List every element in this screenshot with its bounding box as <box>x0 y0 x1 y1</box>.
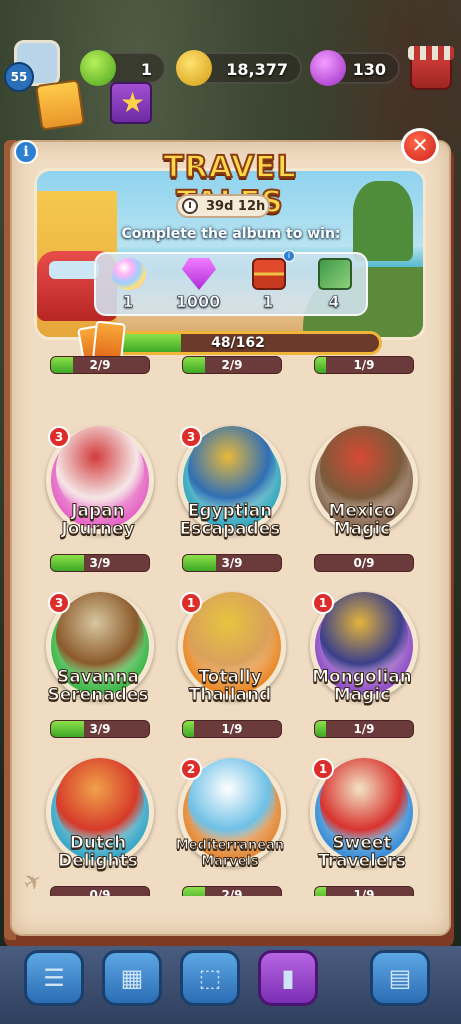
gem-icon <box>310 50 346 86</box>
album-subtitle: Complete the album to win: <box>121 226 341 242</box>
set-card[interactable]: 2 Mediterranean Marvels 2/9 <box>166 718 296 896</box>
close-button[interactable]: ✕ <box>401 128 439 164</box>
gem-counter[interactable]: 130 <box>310 50 400 86</box>
set-name: Savanna Serenades <box>47 667 149 705</box>
energy-value: 1 <box>140 60 152 79</box>
new-cards-badge: 1 <box>312 592 334 614</box>
set-card[interactable]: Mexico Magic 0/9 <box>298 386 426 572</box>
grid-button[interactable]: ▦ <box>102 950 162 1006</box>
set-name: Japan Journey <box>61 501 135 539</box>
chest-info-icon[interactable]: i <box>283 250 295 262</box>
menu-button[interactable]: ☰ <box>24 950 84 1006</box>
reward-pack: 4 <box>302 254 366 318</box>
cards-icon: ▮ <box>281 964 295 992</box>
set-progress-bar: 2/9 <box>50 356 150 374</box>
album-timer: 39d 12h <box>176 194 270 218</box>
set-progress-bar: 1/9 <box>314 356 414 374</box>
clock-icon <box>182 198 198 214</box>
new-cards-badge: 2 <box>180 758 202 780</box>
box-icon: ⬚ <box>198 964 222 992</box>
reward-rainbow-orb: 1 <box>96 254 160 318</box>
set-name: Mongolian Magic <box>312 667 413 705</box>
star-tab-icon[interactable]: ★ <box>110 82 152 124</box>
album-progress-text: 48/162 <box>211 335 265 351</box>
set-card[interactable]: 1 Sweet Travelers 1/9 <box>298 718 426 896</box>
reward-count: 1000 <box>175 292 221 312</box>
board-button[interactable]: ▤ <box>370 950 430 1006</box>
set-progress-text: 2/9 <box>221 358 243 372</box>
timer-text: 39d 12h <box>206 199 266 214</box>
new-cards-badge: 3 <box>180 426 202 448</box>
set-progress-text: 2/9 <box>221 888 243 896</box>
treasure-chest-icon <box>252 258 286 290</box>
set-card[interactable]: 1 Totally Thailand 1/9 <box>166 552 296 738</box>
sets-grid: 2/9 2/9 1/9 3 Japan Journey 3/9 3 Egyptian E… <box>34 356 426 896</box>
level-badge: 55 <box>4 62 34 92</box>
album-title: TRAVEL TALES <box>162 149 297 221</box>
set-card[interactable]: 3 Japan Journey 3/9 <box>34 386 164 572</box>
set-progress-text: 1/9 <box>353 358 375 372</box>
gem-value: 130 <box>352 60 386 79</box>
set-progress-bar: 2/9 <box>182 886 282 896</box>
energy-counter[interactable]: 1 <box>80 50 166 86</box>
new-cards-badge: 3 <box>48 592 70 614</box>
new-cards-badge: 3 <box>48 426 70 448</box>
set-card[interactable]: 3 Egyptian Escapades 3/9 <box>166 386 296 572</box>
grid-icon: ▦ <box>120 964 144 992</box>
supply-pack-icon <box>318 258 352 290</box>
set-name: Dutch Delights <box>58 833 139 871</box>
set-progress-text: 1/9 <box>353 888 375 896</box>
set-name: Totally Thailand <box>188 667 272 705</box>
set-progress-bar: 0/9 <box>50 886 150 896</box>
energy-icon <box>80 50 116 86</box>
rainbow-orb-icon <box>112 258 146 290</box>
coin-icon <box>176 50 212 86</box>
info-button[interactable]: i <box>14 140 38 164</box>
set-name: Mexico Magic <box>328 501 396 539</box>
envelope-tab-icon[interactable] <box>35 79 85 131</box>
gem-icon <box>182 258 216 290</box>
new-cards-badge: 1 <box>180 592 202 614</box>
set-progress-bar: 1/9 <box>314 886 414 896</box>
cards-button[interactable]: ▮ <box>258 950 318 1006</box>
coin-counter[interactable]: 18,377 <box>176 50 302 86</box>
set-progress-text: 0/9 <box>89 888 111 896</box>
box-button[interactable]: ⬚ <box>180 950 240 1006</box>
shop-icon[interactable] <box>408 46 454 90</box>
set-card[interactable]: Dutch Delights 0/9 <box>34 718 164 896</box>
set-name: Mediterranean Marvels <box>175 838 285 870</box>
menu-icon: ☰ <box>43 964 65 992</box>
reward-count: 1 <box>122 292 134 312</box>
board-icon: ▤ <box>388 964 412 992</box>
reward-count: 1 <box>262 292 274 312</box>
set-card[interactable]: 1 Mongolian Magic 1/9 <box>298 552 426 738</box>
set-name: Egyptian Escapades <box>179 501 281 539</box>
reward-chest: 1 <box>236 254 300 318</box>
new-cards-badge: 1 <box>312 758 334 780</box>
album-progress-bar: 48/162 <box>94 331 382 355</box>
banner-tree <box>353 181 413 261</box>
reward-gems: 1000 <box>166 254 230 318</box>
rewards-panel: 1 1000 1 4 <box>94 252 368 316</box>
reward-count: 4 <box>328 292 340 312</box>
star-icon: ★ <box>120 86 146 119</box>
set-card[interactable]: 3 Savanna Serenades 3/9 <box>34 552 164 738</box>
set-progress-bar: 2/9 <box>182 356 282 374</box>
coin-value: 18,377 <box>226 60 288 79</box>
set-progress-text: 2/9 <box>89 358 111 372</box>
set-name: Sweet Travelers <box>317 833 407 871</box>
